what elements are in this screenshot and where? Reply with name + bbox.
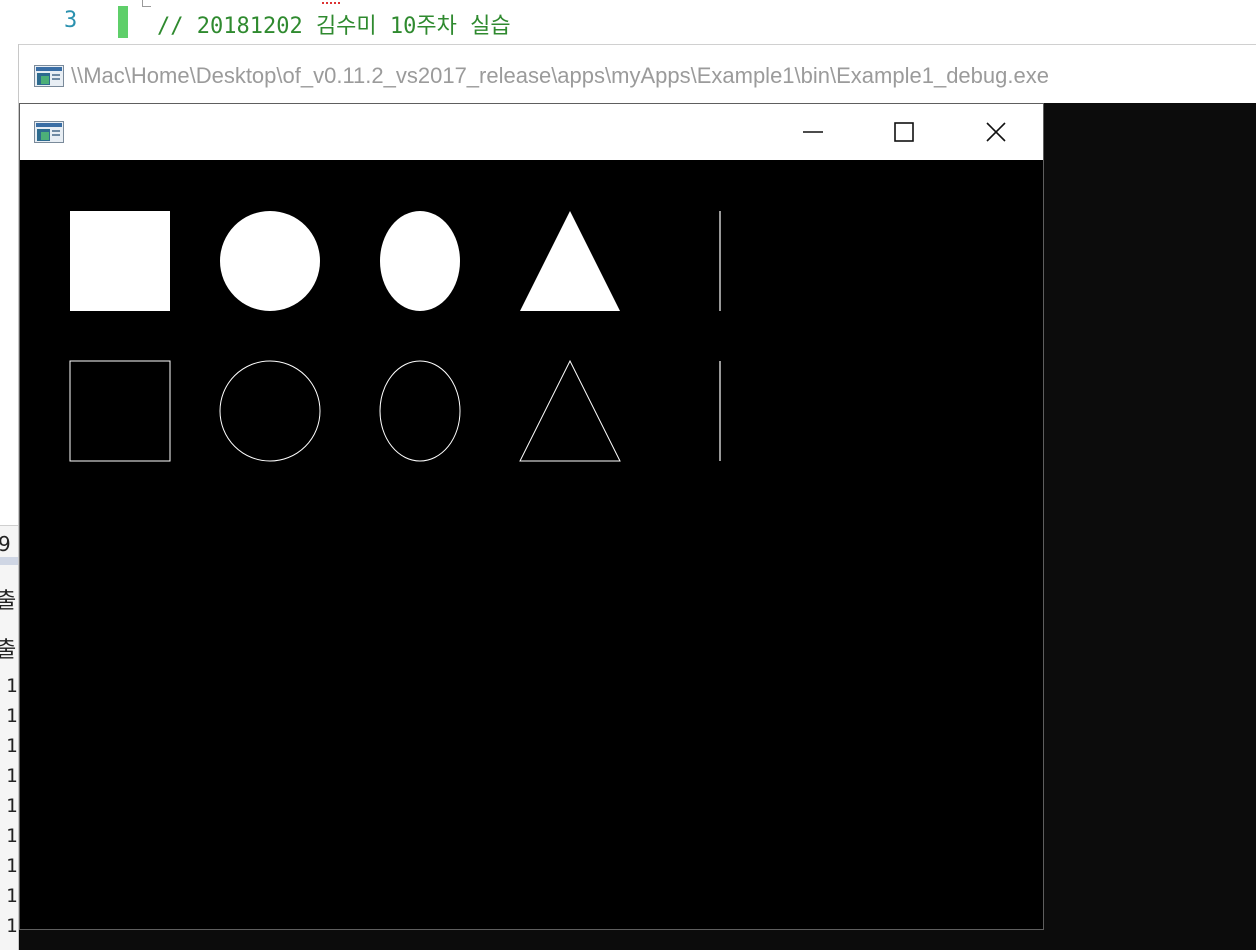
error-squiggle — [322, 0, 340, 4]
app-window[interactable] — [19, 103, 1044, 930]
output-line: 1 — [6, 735, 18, 757]
output-line: 1 — [6, 705, 18, 727]
line-number: 3 — [64, 8, 78, 33]
minimize-icon — [803, 131, 823, 133]
minimize-button[interactable] — [790, 104, 836, 160]
console-app-icon — [34, 65, 64, 91]
output-source-label[interactable]: 출 — [0, 632, 16, 664]
output-line: 1 — [6, 885, 18, 907]
filled-ellipse — [380, 211, 460, 311]
console-title: \\Mac\Home\Desktop\of_v0.11.2_vs2017_rel… — [71, 63, 1049, 88]
drawing-canvas[interactable] — [20, 160, 1043, 929]
code-editor: 3 // 20181202 김수미 10주차 실습 — [0, 0, 1256, 48]
output-panel-tab-strip — [0, 557, 18, 565]
outline-circle — [219, 360, 321, 462]
app-icon — [34, 121, 64, 147]
output-line: 1 — [6, 855, 18, 877]
collapse-guide — [142, 0, 151, 7]
outline-triangle — [519, 359, 621, 462]
filled-circle — [220, 211, 320, 311]
filled-rectangle — [70, 211, 170, 311]
shapes-drawing — [69, 211, 721, 462]
output-panel-label[interactable]: 출 — [0, 583, 16, 615]
output-line: 1 — [6, 825, 18, 847]
filled-triangle — [520, 211, 620, 311]
console-titlebar[interactable]: \\Mac\Home\Desktop\of_v0.11.2_vs2017_rel… — [19, 44, 1256, 103]
change-indicator-bar — [118, 6, 128, 38]
output-line: 1 — [6, 915, 18, 937]
close-button[interactable] — [973, 104, 1019, 160]
maximize-button[interactable] — [881, 104, 927, 160]
output-line: 1 — [6, 765, 18, 787]
outline-rectangle — [69, 360, 171, 462]
output-panel-header-text: 9 — [0, 532, 11, 556]
output-panel-header: 9 — [0, 525, 18, 558]
output-panel: 9 출 출 1 1 1 1 1 1 1 1 1 — [0, 525, 18, 950]
app-titlebar[interactable] — [20, 104, 1043, 160]
output-line: 1 — [6, 675, 18, 697]
maximize-icon — [894, 122, 914, 142]
code-comment-line[interactable]: // 20181202 김수미 10주차 실습 — [157, 8, 511, 40]
output-line: 1 — [6, 795, 18, 817]
close-icon — [986, 122, 1006, 142]
outline-ellipse — [379, 360, 461, 462]
